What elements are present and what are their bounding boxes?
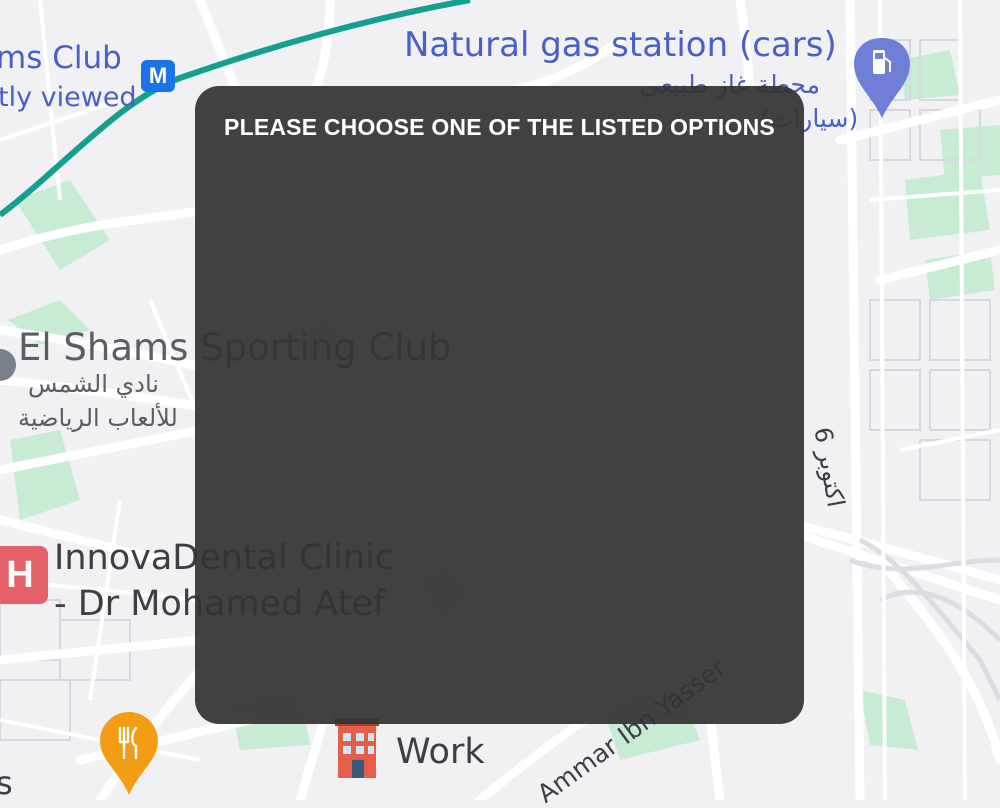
el-shams-club-arabic-label: نادي الشمس (28, 370, 159, 398)
recently-viewed-label: tly viewed (0, 82, 137, 113)
sports-club-label[interactable]: ms Club (0, 40, 122, 76)
work-label[interactable]: Work (396, 732, 485, 772)
el-shams-club-arabic-label-2: للألعاب الرياضية (18, 404, 178, 432)
place-pin-icon[interactable] (0, 349, 16, 381)
gas-station-label[interactable]: Natural gas station (cars) (404, 25, 837, 65)
options-dialog[interactable]: PLEASE CHOOSE ONE OF THE LISTED OPTIONS (195, 86, 804, 724)
metro-icon[interactable]: M (141, 60, 175, 92)
hospital-icon[interactable]: H (0, 546, 48, 604)
dialog-title: PLEASE CHOOSE ONE OF THE LISTED OPTIONS (224, 114, 775, 140)
gas-station-icon[interactable] (854, 38, 910, 118)
work-building-icon[interactable] (335, 718, 379, 778)
edge-label-fragment: s (0, 764, 13, 802)
